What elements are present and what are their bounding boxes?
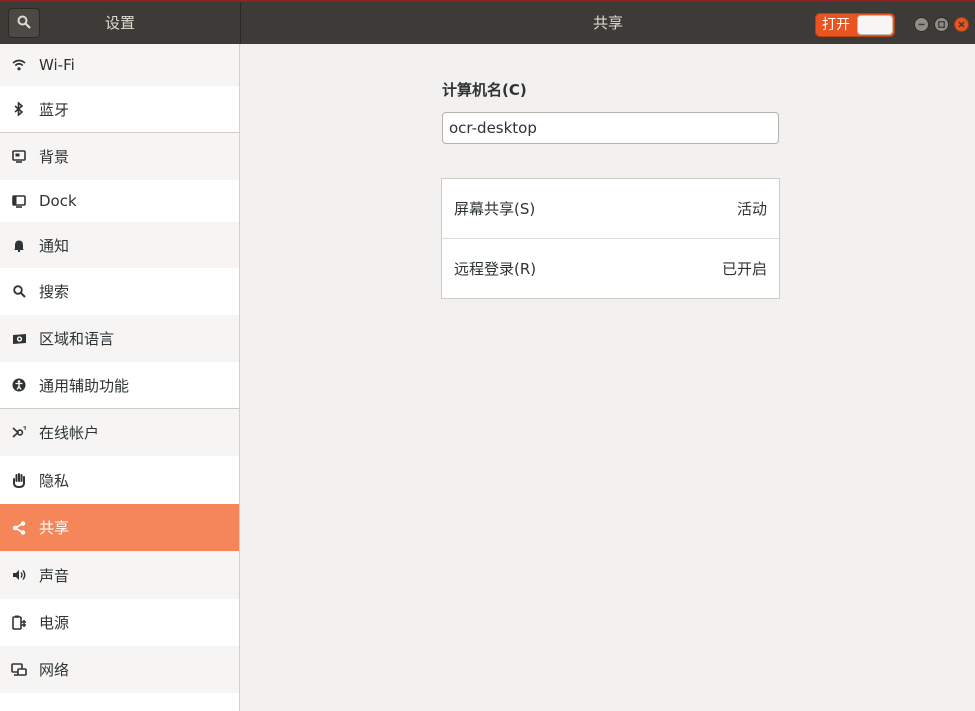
speaker-icon [11, 567, 27, 583]
sidebar-item-label: 网络 [39, 661, 70, 679]
sidebar-item-label: Wi-Fi [39, 56, 75, 74]
power-icon [11, 615, 27, 631]
close-icon [958, 21, 965, 28]
computer-name-label: 计算机名(C) [442, 81, 527, 99]
sidebar-item-label: 通用辅助功能 [39, 376, 130, 395]
row-label: 屏幕共享(S) [454, 200, 536, 218]
minimize-button[interactable] [914, 17, 929, 32]
sidebar-item-label: 在线帐户 [39, 424, 100, 442]
remote-login-row[interactable]: 远程登录(R) 已开启 [442, 238, 779, 298]
hand-icon [11, 472, 27, 488]
header-bar: 设置 共享 打开 [0, 0, 975, 44]
share-icon [11, 520, 27, 536]
search-icon [11, 284, 27, 300]
bell-icon [11, 237, 27, 253]
sidebar-item-wifi[interactable]: Wi-Fi [0, 44, 239, 86]
bluetooth-icon [11, 101, 27, 117]
settings-window: 设置 共享 打开 Wi-Fi 蓝牙 背景 Dock 通知 搜索 区域和语言 通用… [0, 0, 975, 711]
sidebar-item-label: 背景 [39, 148, 70, 166]
sidebar-item-search[interactable]: 搜索 [0, 268, 239, 315]
sidebar-item-network[interactable]: 网络 [0, 646, 239, 693]
online-accounts-icon [11, 425, 27, 441]
sidebar-item-label: 通知 [39, 236, 70, 255]
sidebar-item-label: 电源 [39, 614, 70, 632]
row-status: 已开启 [721, 260, 767, 278]
search-icon [17, 14, 31, 33]
sidebar-item-sharing[interactable]: 共享 [0, 504, 239, 551]
sidebar-item-label: 声音 [39, 566, 70, 585]
accessibility-icon [11, 377, 27, 393]
sidebar-item-label: 蓝牙 [39, 100, 70, 119]
sidebar-item-power[interactable]: 电源 [0, 599, 239, 646]
sidebar-item-notifications[interactable]: 通知 [0, 222, 239, 268]
sidebar-item-sound[interactable]: 声音 [0, 551, 239, 599]
sidebar-item-bluetooth[interactable]: 蓝牙 [0, 86, 239, 132]
sidebar-item-online-accounts[interactable]: 在线帐户 [0, 409, 239, 456]
background-icon [11, 149, 27, 165]
computer-name-input[interactable] [442, 112, 779, 144]
sharing-toggle[interactable]: 打开 [815, 13, 895, 37]
sidebar-item-label: 搜索 [39, 283, 70, 301]
row-label: 远程登录(R) [454, 260, 537, 278]
sidebar-item-background[interactable]: 背景 [0, 133, 239, 180]
sidebar-item-accessibility[interactable]: 通用辅助功能 [0, 362, 239, 408]
toggle-knob [857, 15, 893, 35]
sidebar-item-label: Dock [39, 192, 77, 210]
region-icon [11, 331, 27, 347]
close-button[interactable] [954, 17, 969, 32]
sidebar-item-label: 区域和语言 [39, 330, 115, 348]
screen-sharing-row[interactable]: 屏幕共享(S) 活动 [442, 179, 779, 238]
sidebar-item-region[interactable]: 区域和语言 [0, 315, 239, 362]
sharing-panel: 计算机名(C) 屏幕共享(S) 活动 远程登录(R) 已开启 [240, 44, 975, 711]
dock-icon [11, 193, 27, 209]
sidebar-item-overflow [0, 693, 239, 711]
sidebar-item-label: 共享 [39, 519, 70, 537]
sidebar-item-label: 隐私 [39, 471, 70, 490]
search-button[interactable] [8, 8, 40, 38]
minimize-icon [918, 23, 925, 26]
maximize-icon [938, 21, 945, 28]
sidebar-item-privacy[interactable]: 隐私 [0, 456, 239, 504]
maximize-button[interactable] [934, 17, 949, 32]
sidebar: Wi-Fi 蓝牙 背景 Dock 通知 搜索 区域和语言 通用辅助功能 在线帐户… [0, 44, 240, 711]
toggle-label: 打开 [822, 17, 850, 33]
sharing-services-list: 屏幕共享(S) 活动 远程登录(R) 已开启 [441, 178, 780, 299]
network-icon [11, 662, 27, 678]
row-status: 活动 [736, 200, 767, 218]
wifi-icon [11, 57, 27, 73]
sidebar-item-dock[interactable]: Dock [0, 180, 239, 222]
